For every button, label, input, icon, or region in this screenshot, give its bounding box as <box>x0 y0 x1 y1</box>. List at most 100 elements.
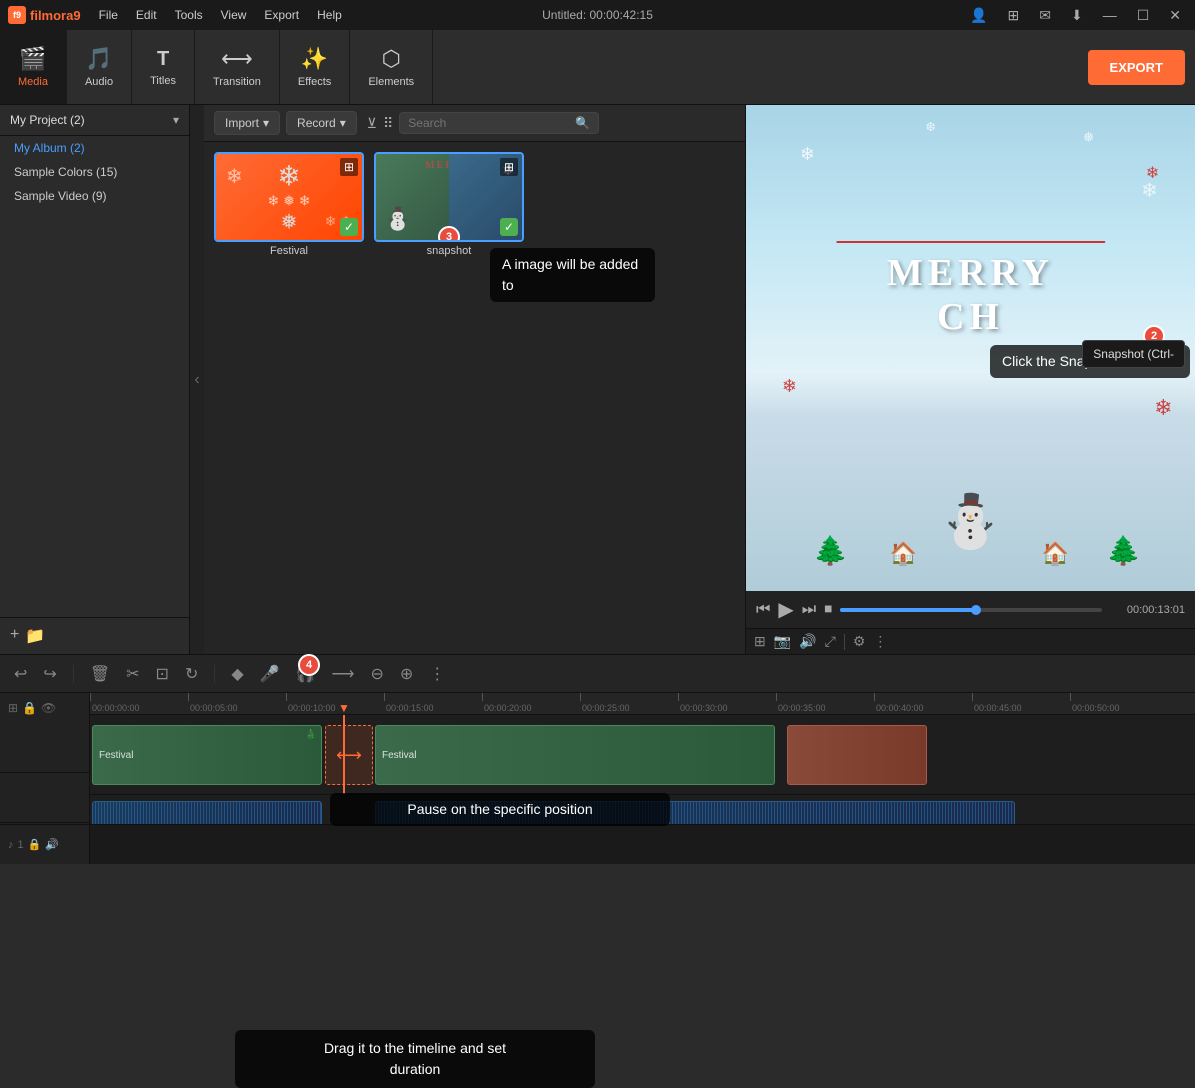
audio-track: 1 <box>90 795 1195 824</box>
record-button[interactable]: Record ▾ <box>286 111 357 135</box>
search-input[interactable] <box>408 116 575 130</box>
clip-festival-2[interactable]: Festival <box>375 725 775 785</box>
ruler-mark-5: 00:00:25:00 <box>580 693 630 714</box>
menu-tools[interactable]: Tools <box>167 6 211 24</box>
add-media-icon[interactable]: + <box>10 626 19 646</box>
search-bar[interactable]: 🔍 <box>399 112 599 134</box>
track-grid-icon[interactable]: ⊞ <box>8 701 18 715</box>
timeline-toolbar: ↩ ↪ 🗑 ✂ ⊡ ↻ ◆ 🎤 🎧 ⟶ ⊖ ⊕ ⋮ <box>0 655 1195 693</box>
redo-button[interactable]: ↪ <box>39 662 60 686</box>
redo2-button[interactable]: ↻ <box>181 662 202 686</box>
progress-fill <box>840 608 976 612</box>
track-lock-icon[interactable]: 🔒 <box>22 701 37 715</box>
tree-left: 🌲 <box>813 534 848 567</box>
playhead[interactable] <box>343 715 345 794</box>
maximize-button[interactable]: ☐ <box>1131 5 1156 26</box>
music-note-icon: ♪ <box>8 839 14 851</box>
plus-icon[interactable]: ⊕ <box>396 662 417 686</box>
clip-festival-3[interactable] <box>787 725 927 785</box>
toolbar-elements[interactable]: ⬡ Elements <box>350 30 433 104</box>
menu-view[interactable]: View <box>213 6 255 24</box>
project-item-video[interactable]: Sample Video (9) <box>0 184 189 208</box>
dots-icon[interactable]: ⋮ <box>873 633 887 650</box>
video-track: Festival 🎄 ⟷ Festival <box>90 715 1195 795</box>
stop-button[interactable]: ⏹ <box>824 601 832 619</box>
mail-icon[interactable]: ✉ <box>1033 5 1057 26</box>
toolbar-audio[interactable]: 🎵 Audio <box>67 30 132 104</box>
menu-export[interactable]: Export <box>256 6 307 24</box>
ruler-mark-2: 00:00:10:00 <box>286 693 336 714</box>
titlebar-left: f9 filmora9 File Edit Tools View Export … <box>8 6 350 24</box>
preview-progress-bar[interactable] <box>840 608 1102 612</box>
audio-icon: 🎵 <box>85 46 112 72</box>
music-volume-icon[interactable]: 🔊 <box>45 838 59 851</box>
panel-actions: + 📁 <box>0 617 189 654</box>
media-grid: ❄ ❄ ❅ ❄ ❅ ⊞ ✓ Festival MERRY ⛄ <box>204 142 745 654</box>
media-toolbar: Import ▾ Record ▾ ⊻ ⠿ 🔍 <box>204 105 745 142</box>
filter-icon[interactable]: ⊻ <box>367 115 377 132</box>
time-display: 00:00:13:01 <box>1110 604 1185 616</box>
track-area: 00:00:00:00 00:00:05:00 00:00:10:00 00:0… <box>90 693 1195 824</box>
crop-button[interactable]: ⊡ <box>152 662 173 686</box>
delete-button[interactable]: 🗑 <box>86 662 114 686</box>
store-icon[interactable]: ⊞ <box>1002 5 1026 26</box>
media-card-festival[interactable]: ❄ ❄ ❅ ❄ ❅ ⊞ ✓ Festival <box>214 152 364 257</box>
project-expand-icon[interactable]: ▾ <box>173 113 179 127</box>
cut-button[interactable]: ✂ <box>122 662 143 686</box>
timeline-ruler: 00:00:00:00 00:00:05:00 00:00:10:00 00:0… <box>90 693 1195 715</box>
tool-separator <box>844 634 845 650</box>
camera-icon[interactable]: 📷 <box>774 633 791 650</box>
merry-text: MERRY CH <box>887 251 1054 339</box>
toolbar-media[interactable]: 🎬 Media <box>0 30 67 104</box>
menu-file[interactable]: File <box>91 6 126 24</box>
toolbar-transition[interactable]: ⟷ Transition <box>195 30 280 104</box>
effects-label: Effects <box>298 76 331 88</box>
export-button[interactable]: EXPORT <box>1088 50 1185 85</box>
audio-clip-2[interactable] <box>375 801 1015 824</box>
collapse-panel-button[interactable]: ‹ <box>190 105 204 654</box>
media-card-snapshot[interactable]: MERRY ⛄ ❄ ⊞ ✓ 3 snapshot <box>374 152 524 257</box>
ruler-mark-1: 00:00:05:00 <box>188 693 238 714</box>
download-icon[interactable]: ⬇ <box>1065 5 1089 26</box>
markers-icon[interactable]: ◆ <box>227 662 247 686</box>
menu-edit[interactable]: Edit <box>128 6 165 24</box>
minimize-button[interactable]: — <box>1097 5 1123 25</box>
grid-icon[interactable]: ⠿ <box>383 115 393 132</box>
close-button[interactable]: ✕ <box>1163 5 1187 26</box>
music-lock-icon[interactable]: 🔒 <box>28 838 42 851</box>
transition-gap: ⟷ <box>325 725 373 785</box>
minus-icon[interactable]: ⊖ <box>366 662 387 686</box>
project-item-colors[interactable]: Sample Colors (15) <box>0 160 189 184</box>
forward-icon[interactable]: ⟶ <box>328 662 359 686</box>
toolbar-titles[interactable]: T Titles <box>132 30 195 104</box>
left-panel: My Project (2) ▾ My Album (2) Sample Col… <box>0 105 190 654</box>
titlebar: f9 filmora9 File Edit Tools View Export … <box>0 0 1195 30</box>
main-area: My Project (2) ▾ My Album (2) Sample Col… <box>0 105 1195 654</box>
import-button[interactable]: Import ▾ <box>214 111 280 135</box>
timeline-settings-icon[interactable]: ⋮ <box>425 662 449 686</box>
mic-icon[interactable]: 🎤 <box>256 662 284 686</box>
expand-icon[interactable]: ⤢ <box>825 633 836 650</box>
track-eye-icon[interactable]: 👁 <box>41 701 56 715</box>
play-button[interactable]: ▶ <box>778 597 793 622</box>
settings-icon[interactable]: ⚙ <box>853 633 866 650</box>
fullscreen-icon[interactable]: ⊞ <box>754 633 766 650</box>
volume-icon[interactable]: 🔊 <box>799 633 816 650</box>
titles-icon: T <box>157 48 169 71</box>
fast-forward-button[interactable]: ⏭ <box>802 601 816 619</box>
undo-button[interactable]: ↩ <box>10 662 31 686</box>
transition-label: Transition <box>213 76 261 88</box>
project-item-album[interactable]: My Album (2) <box>0 136 189 160</box>
account-icon[interactable]: 👤 <box>964 5 993 26</box>
prev-frame-button[interactable]: ⏮ <box>756 601 770 619</box>
toolbar: 🎬 Media 🎵 Audio T Titles ⟷ Transition ✨ … <box>0 30 1195 105</box>
clip-festival-1[interactable]: Festival 🎄 <box>92 725 322 785</box>
clip-thumb-1: 🎄 <box>305 730 317 741</box>
toolbar-effects[interactable]: ✨ Effects <box>280 30 350 104</box>
menu-help[interactable]: Help <box>309 6 350 24</box>
festival-thumb: ❄ ❄ ❅ ❄ ❅ ⊞ ✓ <box>214 152 364 242</box>
add-folder-icon[interactable]: 📁 <box>25 626 45 646</box>
tl-separator-2 <box>214 665 215 683</box>
ruler-mark-4: 00:00:20:00 <box>482 693 532 714</box>
audio-clip-1[interactable] <box>92 801 322 824</box>
